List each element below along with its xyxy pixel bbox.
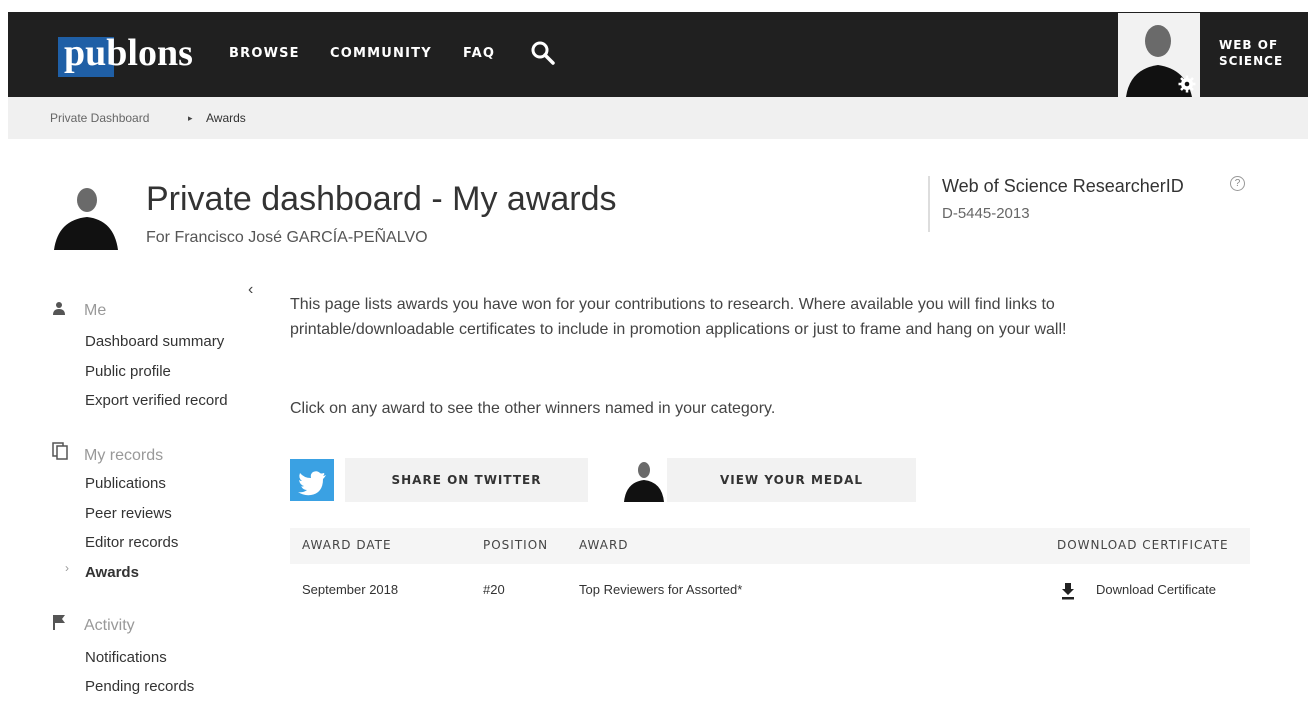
breadcrumb-private-dashboard[interactable]: Private Dashboard xyxy=(50,111,149,125)
sidebar-item-export-verified-record[interactable]: Export verified record xyxy=(85,392,228,409)
award-date-cell[interactable]: September 2018 xyxy=(302,582,398,597)
search-icon[interactable] xyxy=(530,40,556,66)
download-certificate-link[interactable]: Download Certificate xyxy=(1096,582,1216,597)
instruction-text: Click on any award to see the other winn… xyxy=(290,400,776,417)
top-nav-bar: publons BROWSE COMMUNITY FAQ WEB OF SCIE… xyxy=(8,12,1308,97)
view-your-medal-button[interactable]: VIEW YOUR MEDAL xyxy=(622,458,916,502)
sidebar-item-publications[interactable]: Publications xyxy=(85,475,166,492)
share-on-twitter-button[interactable]: SHARE ON TWITTER xyxy=(290,458,588,502)
sidebar-item-awards[interactable]: Awards xyxy=(85,564,139,581)
sidebar-item-peer-reviews[interactable]: Peer reviews xyxy=(85,505,172,522)
sidebar-section-my-records: My records xyxy=(52,442,163,465)
sidebar-section-label: Activity xyxy=(84,617,135,634)
wos-line-2: SCIENCE xyxy=(1219,54,1284,68)
sidebar-item-dashboard-summary[interactable]: Dashboard summary xyxy=(85,333,224,350)
column-header-position: POSITION xyxy=(483,538,549,552)
sidebar-section-label: Me xyxy=(84,302,107,319)
copy-icon xyxy=(52,442,70,465)
sidebar-item-public-profile[interactable]: Public profile xyxy=(85,363,171,380)
person-photo-icon xyxy=(52,180,120,250)
sidebar-section-label: My records xyxy=(84,447,164,464)
page-subtitle: For Francisco José GARCÍA-PEÑALVO xyxy=(146,229,428,246)
page-title: Private dashboard - My awards xyxy=(146,180,617,218)
column-header-download-certificate: DOWNLOAD CERTIFICATE xyxy=(1057,538,1229,552)
breadcrumb-separator: ▸ xyxy=(188,113,193,123)
nav-faq[interactable]: FAQ xyxy=(463,46,495,61)
medal-avatar-icon xyxy=(622,458,666,502)
researcher-id-label: Web of Science ResearcherID xyxy=(942,176,1184,196)
column-header-award-date: AWARD DATE xyxy=(302,538,392,552)
flag-icon xyxy=(52,614,70,635)
intro-text: This page lists awards you have won for … xyxy=(290,296,1067,338)
wos-line-1: WEB OF xyxy=(1219,38,1279,52)
sidebar-item-pending-records[interactable]: Pending records xyxy=(85,678,194,695)
web-of-science-link[interactable]: WEB OF SCIENCE xyxy=(1219,37,1283,69)
share-on-twitter-label: SHARE ON TWITTER xyxy=(345,458,588,502)
logo-text: publons xyxy=(64,32,193,74)
sidebar-section-activity: Activity xyxy=(52,614,135,635)
breadcrumb-awards: Awards xyxy=(206,111,246,125)
download-icon[interactable] xyxy=(1060,582,1076,600)
active-indicator-icon: › xyxy=(65,561,69,575)
position-cell[interactable]: #20 xyxy=(483,582,505,597)
sidebar-item-notifications[interactable]: Notifications xyxy=(85,649,167,666)
person-icon xyxy=(52,301,70,320)
breadcrumb: Private Dashboard ▸ Awards xyxy=(8,97,1308,139)
column-header-award: AWARD xyxy=(579,538,629,552)
sidebar: ‹ Me Dashboard summary Public profile Ex… xyxy=(40,275,280,703)
award-name-cell[interactable]: Top Reviewers for Assorted* xyxy=(579,582,742,597)
help-icon[interactable]: ? xyxy=(1230,176,1245,191)
sidebar-section-me: Me xyxy=(52,301,106,320)
gear-icon[interactable] xyxy=(1178,75,1196,93)
researcher-id-value: D-5445-2013 xyxy=(942,205,1030,222)
collapse-sidebar-icon[interactable]: ‹ xyxy=(248,281,253,299)
publons-logo[interactable]: publons xyxy=(52,29,212,77)
researcher-id-box: Web of Science ResearcherID D-5445-2013 xyxy=(928,176,1184,232)
sidebar-item-editor-records[interactable]: Editor records xyxy=(85,534,178,551)
profile-avatar xyxy=(52,180,120,250)
twitter-icon xyxy=(290,459,334,501)
nav-community[interactable]: COMMUNITY xyxy=(330,46,432,61)
nav-browse[interactable]: BROWSE xyxy=(229,46,300,61)
view-your-medal-label: VIEW YOUR MEDAL xyxy=(667,458,916,502)
